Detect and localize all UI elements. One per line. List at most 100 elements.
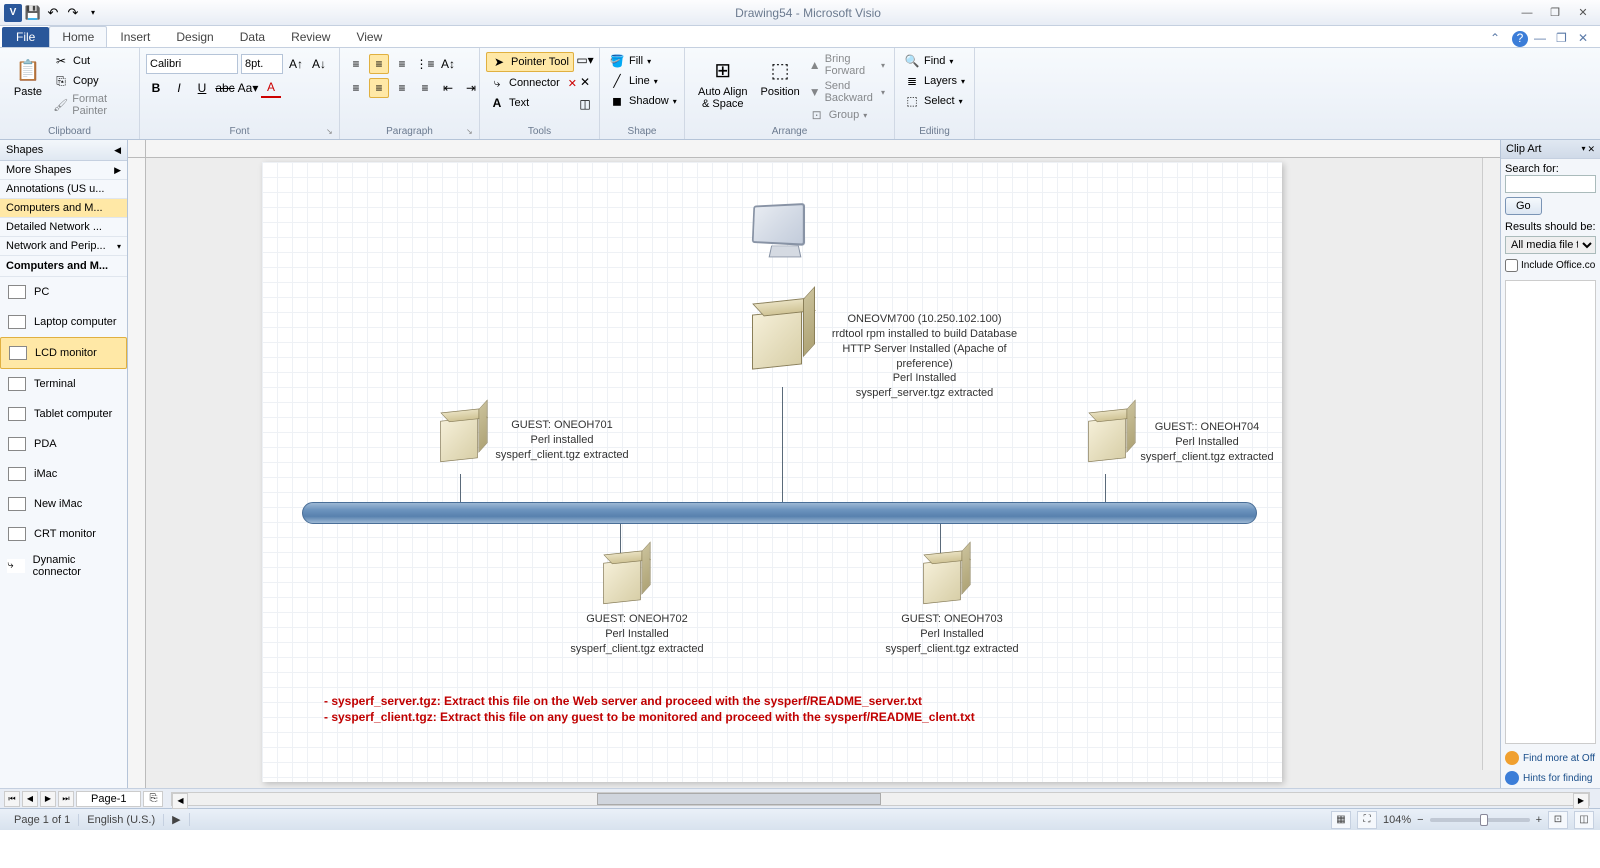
shapes-header[interactable]: Shapes ◀: [0, 140, 127, 161]
canvas[interactable]: ONEOVM700 (10.250.102.100) rrdtool rpm i…: [128, 140, 1500, 788]
send-backward-button[interactable]: ▼Send Backward▾: [806, 79, 888, 105]
zoom-slider[interactable]: [1430, 818, 1530, 822]
undo-icon[interactable]: ↶: [44, 4, 62, 22]
canvas-viewport[interactable]: ONEOVM700 (10.250.102.100) rrdtool rpm i…: [146, 158, 1500, 788]
layers-button[interactable]: ≣Layers▾: [901, 72, 968, 90]
position-button[interactable]: ⬚ Position: [755, 50, 806, 102]
server-guest1[interactable]: [434, 412, 494, 484]
zoom-in-icon[interactable]: +: [1536, 814, 1542, 826]
stencil-detailed-network[interactable]: Detailed Network ...: [0, 218, 127, 237]
increase-font-icon[interactable]: A↑: [286, 54, 306, 74]
align-justify-icon[interactable]: ≡: [415, 78, 435, 98]
include-office-checkbox[interactable]: Include Office.co: [1505, 259, 1596, 272]
paragraph-dialog-launcher-icon[interactable]: ↘: [466, 127, 476, 137]
tab-data[interactable]: Data: [227, 26, 278, 47]
bullets-icon[interactable]: ⋮≡: [415, 54, 435, 74]
chevron-left-icon[interactable]: ◀: [114, 145, 121, 156]
shape-pda[interactable]: PDA: [0, 429, 127, 459]
increase-indent-icon[interactable]: ⇥: [461, 78, 481, 98]
shape-dynamic-connector[interactable]: ⤷Dynamic connector: [0, 549, 127, 583]
text-tool-button[interactable]: AText: [486, 94, 532, 112]
shape-tablet[interactable]: Tablet computer: [0, 399, 127, 429]
clipart-dropdown-icon[interactable]: ▾: [1581, 144, 1585, 155]
underline-button[interactable]: U: [192, 78, 212, 98]
pointer-tool-button[interactable]: ➤Pointer Tool: [486, 52, 574, 72]
visio-icon[interactable]: V: [4, 4, 22, 22]
copy-button[interactable]: ⎘Copy: [50, 72, 133, 90]
bold-button[interactable]: B: [146, 78, 166, 98]
zoom-out-icon[interactable]: −: [1417, 814, 1423, 826]
connector-button[interactable]: ⤷Connector✕: [486, 74, 580, 92]
tab-view[interactable]: View: [343, 26, 395, 47]
clipart-close-icon[interactable]: ✕: [1587, 144, 1595, 155]
ribbon-minimize-icon[interactable]: ⌃: [1490, 31, 1506, 47]
doc-minimize-icon[interactable]: —: [1534, 31, 1550, 47]
text-direction-icon[interactable]: A↕: [438, 54, 458, 74]
doc-close-icon[interactable]: ✕: [1578, 31, 1594, 47]
shape-lcd-monitor[interactable]: LCD monitor: [0, 337, 127, 369]
clipart-search-input[interactable]: [1505, 175, 1596, 193]
find-more-link[interactable]: Find more at Off: [1501, 748, 1600, 768]
align-middle-icon[interactable]: ≡: [369, 54, 389, 74]
select-button[interactable]: ⬚Select▾: [901, 92, 966, 110]
view-normal-icon[interactable]: ▦: [1331, 811, 1351, 829]
shadow-button[interactable]: ◼Shadow▾: [606, 92, 680, 110]
page-prev-icon[interactable]: ◀: [22, 791, 38, 807]
tab-home[interactable]: Home: [49, 26, 107, 47]
more-shapes[interactable]: More Shapes ▶: [0, 161, 127, 180]
page-last-icon[interactable]: ⏭: [58, 791, 74, 807]
zoom-level[interactable]: 104%: [1383, 814, 1411, 826]
line-button[interactable]: ╱Line▾: [606, 72, 661, 90]
shape-laptop[interactable]: Laptop computer: [0, 307, 127, 337]
strikethrough-button[interactable]: abc: [215, 78, 235, 98]
hscroll-right-icon[interactable]: ▶: [1573, 793, 1589, 809]
minimize-button[interactable]: —: [1514, 4, 1540, 22]
new-page-button[interactable]: ⎘: [143, 791, 163, 807]
autoalign-button[interactable]: ⊞ Auto Align & Space: [691, 50, 755, 114]
server-main[interactable]: [752, 312, 812, 384]
group-button[interactable]: ⊡Group▾: [806, 106, 888, 124]
shape-new-imac[interactable]: New iMac: [0, 489, 127, 519]
monitor-shape[interactable]: [750, 204, 820, 264]
drawing-page[interactable]: ONEOVM700 (10.250.102.100) rrdtool rpm i…: [262, 162, 1282, 782]
help-icon[interactable]: ?: [1512, 31, 1528, 47]
page-tab-1[interactable]: Page-1: [76, 791, 141, 807]
network-backbone[interactable]: [302, 502, 1257, 524]
find-button[interactable]: 🔍Find▾: [901, 52, 956, 70]
hints-link[interactable]: Hints for finding: [1501, 768, 1600, 788]
tab-insert[interactable]: Insert: [107, 26, 163, 47]
font-size-combo[interactable]: [241, 54, 283, 74]
format-painter-button[interactable]: 🖌Format Painter: [50, 92, 133, 118]
vertical-scrollbar[interactable]: [1482, 158, 1500, 770]
qat-dropdown-icon[interactable]: ▾: [84, 4, 102, 22]
media-types-select[interactable]: All media file t: [1505, 236, 1596, 254]
macro-icon[interactable]: ▶: [164, 813, 189, 826]
stencil-network-periph[interactable]: Network and Perip... ▾: [0, 237, 127, 256]
save-icon[interactable]: 💾: [24, 4, 42, 22]
horizontal-scrollbar[interactable]: ◀ ▶: [171, 792, 1590, 806]
align-center-icon[interactable]: ≡: [369, 78, 389, 98]
stencil-annotations[interactable]: Annotations (US u...: [0, 180, 127, 199]
decrease-font-icon[interactable]: A↓: [309, 54, 329, 74]
connection-point-icon[interactable]: ✕: [575, 72, 595, 92]
tab-design[interactable]: Design: [163, 26, 226, 47]
fit-page-icon[interactable]: ⊡: [1548, 811, 1568, 829]
tab-file[interactable]: File: [2, 27, 49, 47]
hscroll-thumb[interactable]: [597, 793, 880, 805]
hscroll-left-icon[interactable]: ◀: [172, 793, 188, 809]
page-first-icon[interactable]: ⏮: [4, 791, 20, 807]
crop-tool-icon[interactable]: ◫: [575, 94, 595, 114]
clipart-go-button[interactable]: Go: [1505, 197, 1542, 215]
fill-button[interactable]: 🪣Fill▾: [606, 52, 654, 70]
paste-button[interactable]: 📋 Paste: [6, 50, 50, 102]
italic-button[interactable]: I: [169, 78, 189, 98]
font-family-combo[interactable]: [146, 54, 238, 74]
pan-zoom-icon[interactable]: ◫: [1574, 811, 1594, 829]
tab-review[interactable]: Review: [278, 26, 343, 47]
shape-crt[interactable]: CRT monitor: [0, 519, 127, 549]
rectangle-tool-icon[interactable]: ▭▾: [575, 50, 595, 70]
doc-restore-icon[interactable]: ❐: [1556, 31, 1572, 47]
align-bottom-icon[interactable]: ≡: [392, 54, 412, 74]
align-left-icon[interactable]: ≡: [346, 78, 366, 98]
stencil-computers[interactable]: Computers and M...: [0, 199, 127, 218]
